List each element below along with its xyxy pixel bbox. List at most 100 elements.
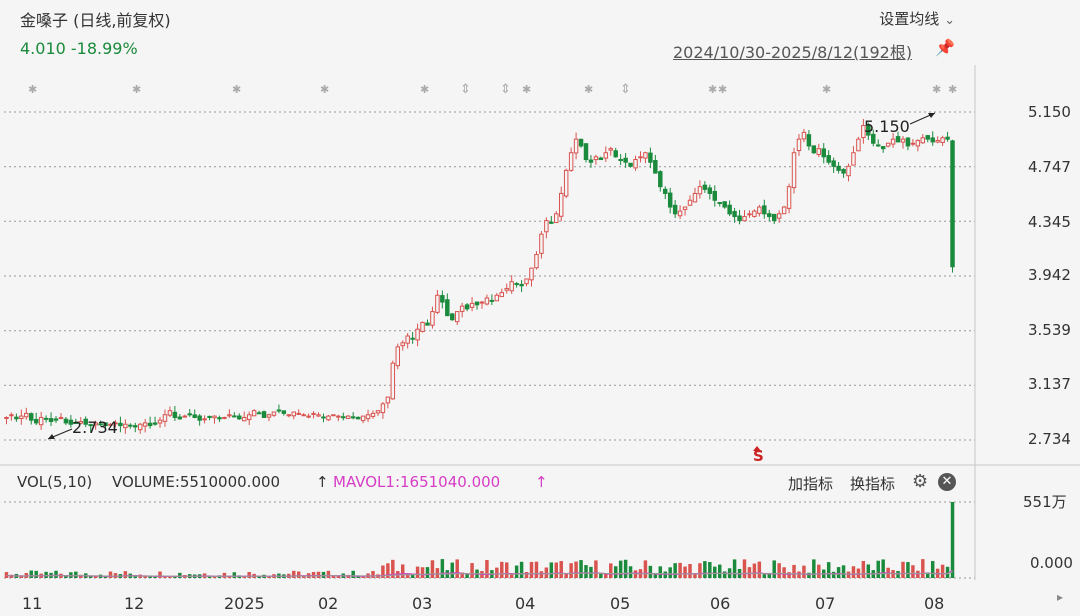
- volume-bar: [44, 571, 48, 578]
- event-marker-icon: ✱: [522, 83, 531, 96]
- volume-bar: [648, 565, 653, 578]
- candle-body: [653, 160, 658, 174]
- candle-body: [568, 152, 574, 171]
- volume-bar: [623, 559, 628, 578]
- candle-body: [821, 148, 826, 158]
- candle-body: [53, 418, 59, 421]
- volume-bar: [717, 564, 722, 578]
- candle-body: [796, 138, 802, 152]
- add-indicator-button[interactable]: 加指标: [788, 473, 833, 494]
- candle-body: [667, 192, 673, 208]
- y-tick-4: 3.539: [1028, 321, 1071, 339]
- candle-body: [628, 162, 633, 167]
- scroll-right-icon[interactable]: ▸: [1052, 590, 1068, 608]
- candle-body: [380, 403, 386, 414]
- volume-bar: [400, 564, 405, 578]
- candle-body: [425, 322, 430, 326]
- vol-mavol-value: MAVOL1:1651040.000: [333, 473, 501, 491]
- candle-body: [469, 302, 475, 308]
- volume-bar: [29, 570, 33, 578]
- candle-body: [712, 190, 718, 201]
- volume-bar: [529, 561, 534, 578]
- candle-body: [945, 136, 950, 140]
- event-marker-icon: ✱: [718, 83, 727, 96]
- candle-body: [851, 152, 856, 166]
- x-tick-2: 2025: [224, 594, 265, 613]
- event-marker-icon: ✱: [584, 83, 593, 96]
- y-tick-5: 3.137: [1028, 375, 1071, 393]
- candle-body: [276, 409, 282, 412]
- volume-bar: [831, 571, 836, 578]
- y-tick-1: 4.747: [1028, 158, 1071, 176]
- candle-body: [692, 192, 698, 203]
- candle-body: [420, 321, 425, 332]
- candle-body: [271, 411, 277, 416]
- candle-body: [539, 233, 544, 254]
- candle-body: [554, 213, 559, 224]
- candle-body: [742, 216, 747, 222]
- event-marker-icon: ✱: [320, 83, 329, 96]
- candle-body: [623, 157, 628, 163]
- candle-body: [58, 416, 64, 419]
- volume-bar: [722, 571, 727, 578]
- candle-body: [192, 414, 197, 418]
- candle-body: [920, 137, 926, 144]
- event-marker-icon: ⇕: [620, 82, 631, 97]
- gear-icon[interactable]: ⚙: [912, 471, 928, 492]
- candle-body: [261, 411, 267, 418]
- candle-body: [658, 171, 663, 188]
- vol-y-bottom: 0.000: [1030, 554, 1073, 572]
- candle-body: [167, 410, 173, 416]
- candle-body: [663, 188, 668, 194]
- volume-bar: [673, 563, 677, 578]
- candle-body: [806, 134, 812, 147]
- event-marker-icon: ⇕: [500, 82, 511, 97]
- volume-bar: [500, 561, 504, 578]
- volume-bar: [74, 571, 78, 578]
- volume-bars: [4, 502, 955, 578]
- volume-bar: [371, 571, 375, 578]
- candle-body: [33, 418, 39, 424]
- volume-bar: [841, 565, 846, 578]
- candle-body: [29, 413, 34, 421]
- candle-body: [311, 412, 316, 415]
- candle-body: [499, 292, 505, 298]
- arrow-up-icon: ↑: [316, 473, 329, 491]
- candle-body: [608, 148, 613, 151]
- candle-body: [875, 144, 881, 147]
- volume-bar: [732, 559, 737, 578]
- volume-bar: [698, 563, 702, 578]
- candle-body: [246, 414, 252, 421]
- x-tick-6: 05: [610, 594, 631, 613]
- candle-body: [880, 146, 886, 150]
- candle-body: [172, 411, 178, 418]
- candle-body: [682, 206, 688, 210]
- x-tick-1: 12: [124, 594, 145, 613]
- volume-bar: [901, 561, 905, 578]
- volume-bar: [678, 562, 682, 578]
- candle-body: [63, 418, 69, 424]
- volume-bar: [643, 560, 648, 578]
- event-marker-icon: ✱: [420, 83, 429, 96]
- candle-body: [251, 410, 257, 417]
- candle-body: [648, 152, 653, 163]
- candle-body: [762, 205, 767, 215]
- candle-body: [752, 210, 757, 217]
- candle-body: [128, 424, 133, 427]
- volume-bar: [658, 566, 663, 578]
- candle-body: [925, 135, 930, 140]
- volume-bar: [802, 565, 806, 578]
- candle-body: [940, 137, 945, 143]
- volume-bar: [455, 559, 459, 578]
- volume-bar: [178, 572, 182, 578]
- candle-body: [890, 138, 896, 145]
- volume-bar: [836, 567, 841, 578]
- candle-body: [365, 414, 371, 420]
- swap-indicator-button[interactable]: 换指标: [850, 473, 895, 494]
- candle-body: [930, 137, 935, 143]
- candlestick-chart[interactable]: S✱ ✱ ✱ ✱ ✱ ✱ ✱ ✱ ✱ ✱ ✱ ✱⇕ ⇕ ⇕: [0, 0, 1080, 616]
- close-icon[interactable]: ✕: [938, 473, 956, 491]
- volume-bar: [34, 570, 38, 578]
- event-marker-icon: ✱: [28, 83, 37, 96]
- vol-indicator-name: VOL(5,10): [17, 473, 93, 491]
